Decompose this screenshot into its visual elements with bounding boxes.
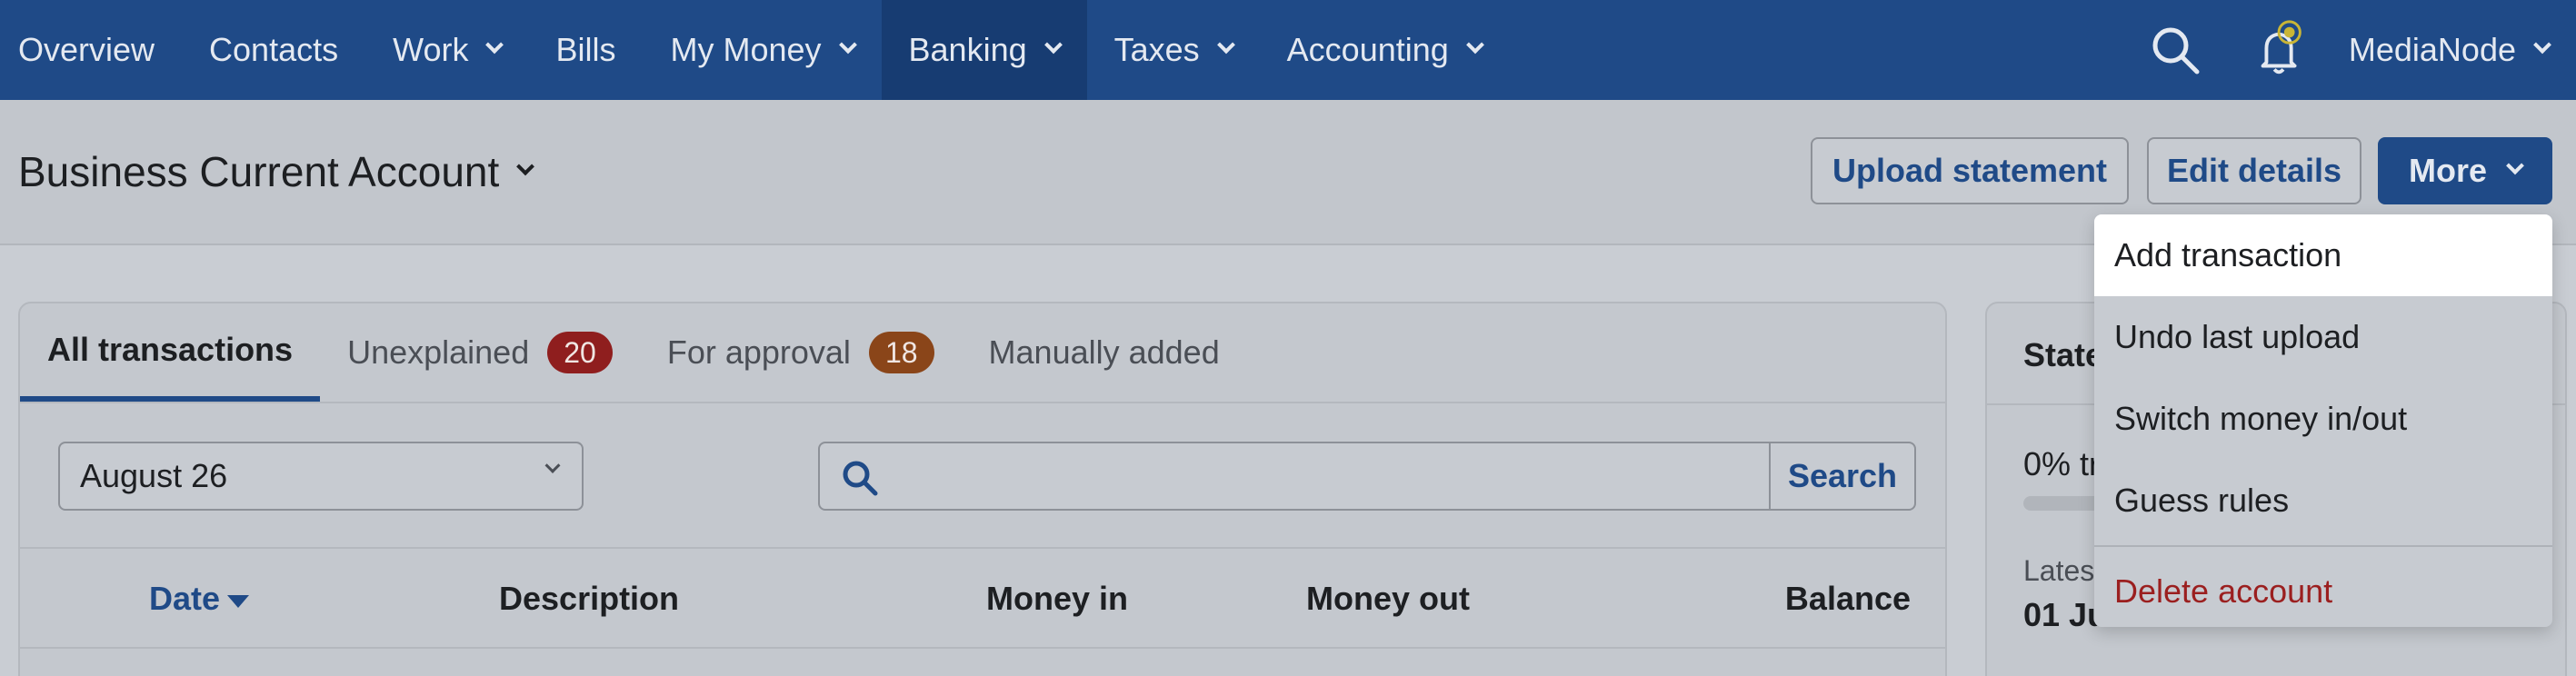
nav-item-overview[interactable]: Overview [0,0,182,100]
search-icon-graphic [2152,27,2200,75]
chevron-down-icon [544,457,561,473]
nav-item-accounting[interactable]: Accounting [1260,0,1509,100]
upload-statement-button[interactable]: Upload statement [1811,137,2129,204]
chevron-down-icon [1043,35,1063,55]
account-title[interactable]: Business Current Account [18,147,535,196]
transactions-card: All transactions Unexplained 20 For appr… [18,302,1947,676]
user-name: MediaNode [2348,31,2516,68]
sort-descending-icon [227,595,250,608]
progress-label: 0% tr [2023,445,2101,482]
menu-item-add-transaction[interactable]: Add transaction [2094,214,2552,296]
chevron-down-icon [2506,156,2524,175]
nav-item-taxes[interactable]: Taxes [1087,0,1260,100]
column-money-out: Money out [1306,580,1470,617]
tab-unexplained[interactable]: Unexplained 20 [320,303,640,402]
edit-details-button[interactable]: Edit details [2147,137,2361,204]
nav-item-banking[interactable]: Banking [881,0,1087,100]
column-money-in: Money in [986,580,1129,617]
nav-item-work[interactable]: Work [365,0,528,100]
bell-icon-graphic [2261,20,2301,75]
approval-count-badge: 18 [868,332,934,373]
menu-item-switch-money[interactable]: Switch money in/out [2094,378,2552,460]
nav-item-my-money[interactable]: My Money [643,0,881,100]
date-select[interactable]: August 26 [58,442,584,511]
tab-manually-added[interactable]: Manually added [962,303,1247,402]
menu-divider [2094,545,2552,547]
statement-card-title: State [2023,336,2104,373]
chevron-down-icon [1465,35,1484,55]
latest-label: Lates [2023,554,2095,587]
menu-item-delete-account[interactable]: Delete account [2094,551,2552,627]
chevron-down-icon [838,35,857,55]
tab-all-transactions[interactable]: All transactions [20,303,321,402]
column-description: Description [499,580,680,617]
more-menu: Add transaction Undo last upload Switch … [2094,214,2552,627]
nav-item-contacts[interactable]: Contacts [182,0,365,100]
chevron-down-icon [2533,35,2551,55]
menu-item-guess-rules[interactable]: Guess rules [2094,460,2552,542]
column-date[interactable]: Date [149,580,250,618]
user-menu[interactable]: MediaNode [2312,31,2576,69]
chevron-down-icon [485,35,504,55]
nav-right: MediaNode [2143,0,2576,100]
menu-item-undo-last-upload[interactable]: Undo last upload [2094,296,2552,378]
search-icon [843,461,878,496]
column-balance: Balance [1784,580,1911,617]
transaction-tabs: All transactions Unexplained 20 For appr… [20,303,1945,403]
nav-item-bills[interactable]: Bills [528,0,643,100]
table-header: Date Description Money in Money out Bala… [20,547,1945,649]
unexplained-count-badge: 20 [547,332,613,373]
bell-icon[interactable] [2249,18,2312,82]
search-button[interactable]: Search [1769,443,1914,509]
search-field: Search [818,442,1916,511]
more-button[interactable]: More [2378,137,2552,204]
search-input[interactable] [820,443,1769,509]
tab-for-approval[interactable]: For approval 18 [640,303,962,402]
search-icon[interactable] [2143,18,2207,82]
page-title: Business Current Account [18,148,500,195]
top-nav: Overview Contacts Work Bills My Money Ba… [0,0,2576,100]
chevron-down-icon [1216,35,1235,55]
chevron-down-icon [516,157,535,176]
